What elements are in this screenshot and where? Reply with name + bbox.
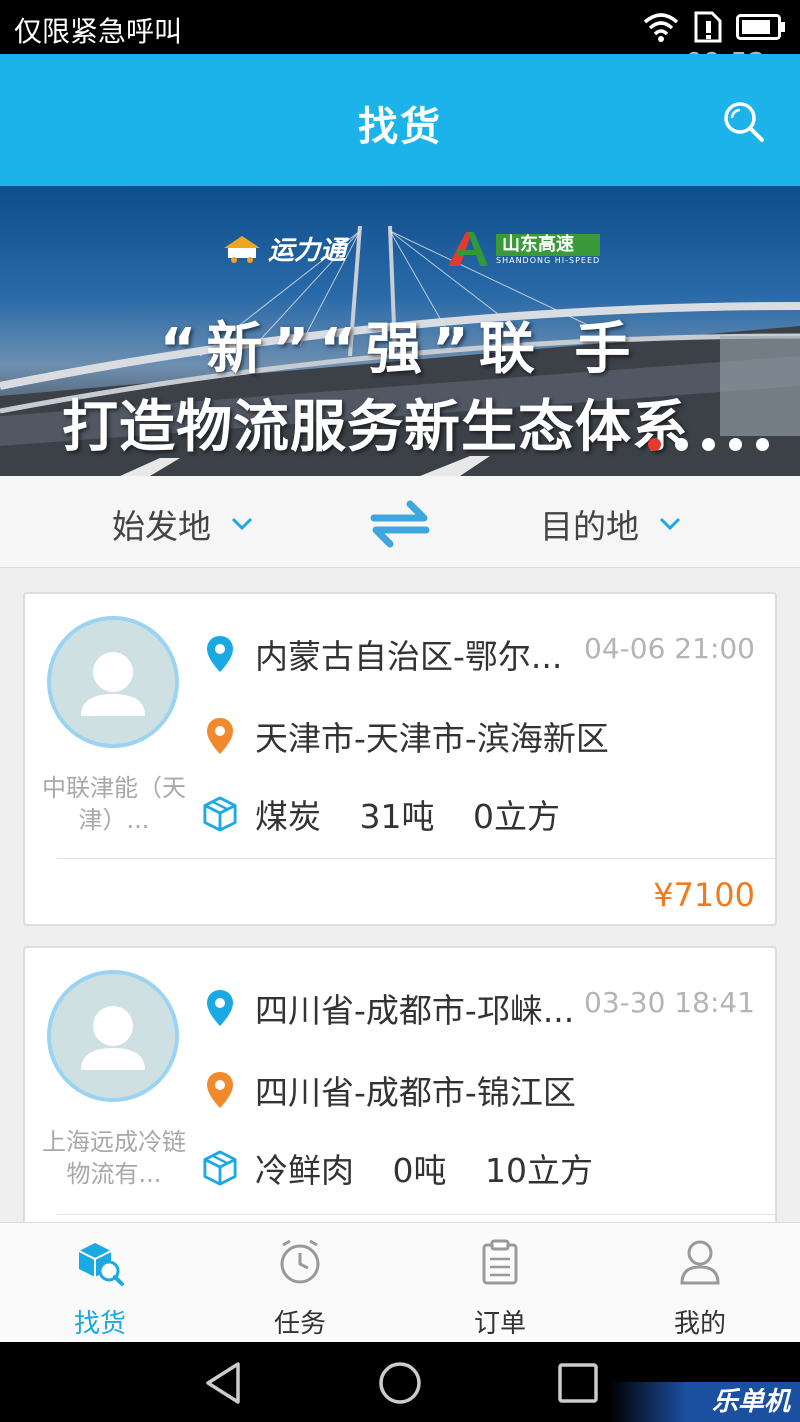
route-filter-bar: 始发地 目的地 xyxy=(0,476,800,568)
battery-icon xyxy=(736,14,785,40)
destination-address: 天津市-天津市-滨海新区 xyxy=(255,719,609,758)
goods-row: 冷鲜肉 0吨 10立方 xyxy=(203,1144,649,1192)
cargo-card[interactable]: 上海远成冷链物流有... 四川省-成都市-邛崃... 03-30 18:41 四… xyxy=(23,946,777,1246)
goods-volume: 10立方 xyxy=(485,1151,593,1190)
goods-type: 冷鲜肉 xyxy=(255,1151,354,1190)
origin-row: 内蒙古自治区-鄂尔... xyxy=(203,630,562,678)
destination-label: 目的地 xyxy=(540,507,639,546)
origin-label: 始发地 xyxy=(112,507,211,546)
cargo-card[interactable]: 中联津能（天津）... 内蒙古自治区-鄂尔... 04-06 21:00 天津市… xyxy=(23,592,777,926)
tab-orders[interactable]: 订单 xyxy=(400,1223,600,1342)
tab-profile[interactable]: 我的 xyxy=(600,1223,800,1342)
yunlitong-logo: 运力通 xyxy=(222,230,346,267)
banner-slogan-line2: 打造物流服务新生态体系 xyxy=(62,395,689,460)
destination-row: 天津市-天津市-滨海新区 xyxy=(203,712,609,760)
tab-label: 订单 xyxy=(473,1309,526,1339)
package-icon xyxy=(203,796,237,832)
origin-row: 四川省-成都市-邛崃... xyxy=(203,984,574,1032)
carousel-dot xyxy=(702,438,715,451)
goods-type: 煤炭 xyxy=(255,797,321,836)
tab-tasks[interactable]: 任务 xyxy=(200,1223,400,1342)
tab-find-goods[interactable]: 找货 xyxy=(0,1223,200,1342)
search-icon[interactable] xyxy=(722,100,766,144)
destination-pin-icon xyxy=(207,1072,233,1108)
avatar xyxy=(47,616,179,748)
tab-label: 任务 xyxy=(273,1309,326,1339)
swap-icon[interactable] xyxy=(370,498,430,550)
hispeed-a-icon xyxy=(448,232,488,266)
bottom-tab-bar: 找货 任务 订单 我的 xyxy=(0,1222,800,1342)
page-title: 找货 xyxy=(358,104,442,150)
app-header: 找货 xyxy=(0,54,800,186)
goods-weight: 31吨 xyxy=(359,797,435,836)
carousel-dot xyxy=(675,438,688,451)
package-icon xyxy=(203,1150,237,1186)
person-icon xyxy=(680,1240,720,1285)
carousel-dot-active xyxy=(648,438,661,451)
goods-volume: 0立方 xyxy=(473,797,560,836)
origin-address: 四川省-成都市-邛崃... xyxy=(255,991,575,1030)
origin-dropdown[interactable]: 始发地 xyxy=(112,500,253,548)
alarm-clock-icon xyxy=(280,1239,320,1284)
publish-time: 03-30 18:41 xyxy=(584,986,755,1019)
recent-apps-icon[interactable] xyxy=(555,1360,601,1406)
origin-pin-icon xyxy=(207,636,233,672)
chevron-down-icon xyxy=(659,517,681,531)
goods-weight: 0吨 xyxy=(392,1151,447,1190)
publish-time: 04-06 21:00 xyxy=(584,632,755,665)
promo-banner[interactable]: 运力通 山东高速 SHANDONG HI-SPEED “新”“强”联 手 打造物… xyxy=(0,186,800,476)
freight-price: ¥7100 xyxy=(653,876,755,914)
divider xyxy=(57,858,775,859)
sim-icon xyxy=(694,11,722,43)
carousel-indicator xyxy=(648,438,769,451)
truck-logo-icon xyxy=(224,235,260,263)
origin-pin-icon xyxy=(207,990,233,1026)
destination-row: 四川省-成都市-锦江区 xyxy=(203,1066,576,1114)
tab-label: 我的 xyxy=(673,1309,726,1339)
carrier-text: 仅限紧急呼叫 xyxy=(14,15,183,48)
origin-address: 内蒙古自治区-鄂尔... xyxy=(255,637,563,676)
status-bar: 仅限紧急呼叫 09:52 xyxy=(0,0,800,79)
system-navigation-bar: 乐单机 xyxy=(0,1342,800,1422)
find-goods-icon xyxy=(78,1243,124,1286)
home-icon[interactable] xyxy=(377,1360,423,1406)
chevron-down-icon xyxy=(231,517,253,531)
divider xyxy=(57,1214,775,1215)
destination-address: 四川省-成都市-锦江区 xyxy=(255,1073,576,1112)
destination-dropdown[interactable]: 目的地 xyxy=(540,500,681,548)
wifi-icon xyxy=(643,13,679,42)
destination-pin-icon xyxy=(207,718,233,754)
default-avatar-icon xyxy=(81,652,145,716)
goods-row: 煤炭 31吨 0立方 xyxy=(203,790,616,838)
banner-slogan-line1: “新”“强”联 手 xyxy=(159,317,641,382)
tab-label: 找货 xyxy=(73,1309,126,1339)
default-avatar-icon xyxy=(81,1006,145,1070)
watermark: 乐单机 xyxy=(610,1382,800,1422)
avatar xyxy=(47,970,179,1102)
company-name: 上海远成冷链物流有... xyxy=(42,1128,186,1188)
clipboard-icon xyxy=(482,1239,518,1285)
carousel-dot xyxy=(756,438,769,451)
company-name: 中联津能（天津）... xyxy=(42,774,186,834)
back-icon[interactable] xyxy=(200,1360,246,1406)
shandong-hispeed-logo: 山东高速 SHANDONG HI-SPEED xyxy=(446,230,601,268)
carousel-dot xyxy=(729,438,742,451)
